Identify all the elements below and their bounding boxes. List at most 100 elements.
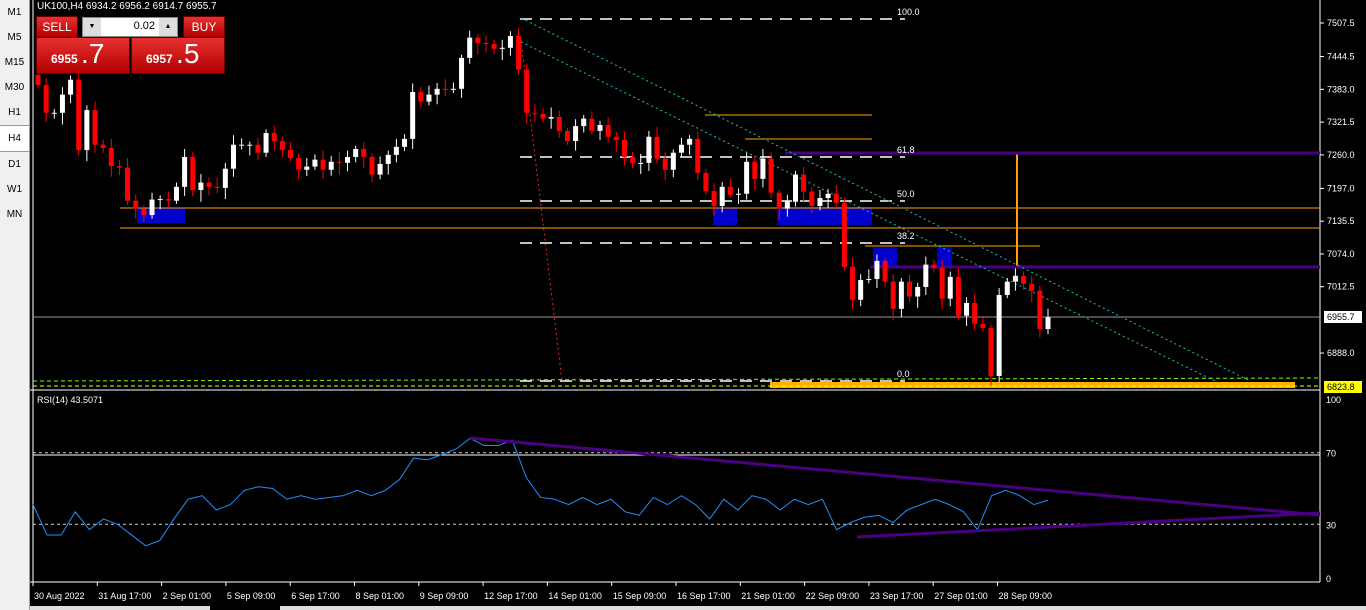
fib-label: 38.2	[897, 231, 915, 241]
buy-price-main: 6957	[146, 52, 173, 66]
bear-candle	[516, 36, 522, 70]
price-tick-label: 7383.0	[1327, 84, 1355, 94]
timeframe-m15[interactable]: M15	[0, 50, 29, 75]
timeframe-mn[interactable]: MN	[0, 202, 29, 227]
buy-price-pips: .5	[176, 38, 200, 69]
bull-candle	[1045, 317, 1051, 330]
bull-candle	[198, 182, 204, 191]
price-tick-label: 7012.5	[1327, 282, 1355, 292]
time-tick-label: 27 Sep 01:00	[934, 591, 988, 601]
bull-candle	[1012, 275, 1018, 282]
bull-candle	[328, 161, 334, 170]
price-chart[interactable]: 100.0 61.8 50.0 38.2 0.0 7507.5 7444.5 7383.0 7…	[30, 0, 1366, 610]
timeframe-m5[interactable]: M5	[0, 25, 29, 50]
supply-demand-zone	[713, 208, 737, 225]
bear-candle	[125, 167, 131, 201]
timeframe-w1[interactable]: W1	[0, 177, 29, 202]
timeframe-d1[interactable]: D1	[0, 152, 29, 177]
bull-candle	[548, 117, 554, 119]
bull-candle	[239, 144, 245, 146]
bull-candle	[793, 174, 798, 202]
bull-candle	[915, 286, 921, 297]
bear-candle	[483, 42, 489, 45]
bull-candle	[964, 302, 970, 316]
fib-label: 61.8	[897, 145, 915, 155]
bear-candle	[296, 158, 302, 170]
bear-candle	[1021, 275, 1027, 284]
bear-candle	[850, 266, 856, 300]
bull-candle	[385, 154, 391, 164]
decrease-lot-icon[interactable]: ▼	[83, 18, 101, 36]
rsi-label: RSI(14) 43.5071	[37, 395, 104, 405]
bear-candle	[768, 158, 774, 193]
bull-candle	[735, 193, 741, 195]
time-tick-label: 21 Sep 01:00	[741, 591, 795, 601]
bear-candle	[141, 208, 147, 216]
lot-size-stepper[interactable]: ▼ ▲	[82, 17, 178, 37]
bear-candle	[605, 125, 611, 137]
bear-candle	[43, 85, 49, 113]
bull-candle	[393, 146, 399, 155]
bull-candle	[312, 159, 318, 167]
time-tick-label: 2 Sep 01:00	[163, 591, 212, 601]
bear-candle	[801, 174, 807, 192]
bear-candle	[776, 192, 782, 209]
bull-candle	[304, 166, 310, 170]
bull-candle	[581, 118, 587, 127]
timeframe-bar: M1 M5 M15 M30 H1 H4 D1 W1 MN	[0, 0, 30, 610]
bear-candle	[727, 186, 733, 195]
bull-candle	[157, 199, 163, 201]
buy-button[interactable]: BUY	[183, 16, 225, 38]
timeframe-h1[interactable]: H1	[0, 100, 29, 125]
timeframe-m1[interactable]: M1	[0, 0, 29, 25]
sell-price-pips: .7	[81, 38, 105, 69]
bull-candle	[678, 144, 684, 153]
sell-price-button[interactable]: 6955 .7	[36, 37, 130, 74]
bear-candle	[882, 260, 888, 282]
time-tick-label: 23 Sep 17:00	[870, 591, 924, 601]
price-tick-label: 7074.0	[1327, 249, 1355, 259]
bear-candle	[695, 138, 701, 173]
bear-candle	[361, 148, 367, 157]
bull-candle	[345, 156, 351, 163]
fib-label: 0.0	[897, 369, 910, 379]
bull-candle	[817, 198, 823, 207]
bull-candle	[402, 138, 408, 147]
sell-button[interactable]: SELL	[36, 16, 78, 38]
bear-candle	[165, 199, 171, 201]
bull-candle	[507, 36, 513, 48]
price-tick-label: 7507.5	[1327, 18, 1355, 28]
timeframe-m30[interactable]: M30	[0, 75, 29, 100]
bear-candle	[108, 147, 114, 167]
bear-candle	[491, 44, 497, 49]
rsi-tick-label: 70	[1326, 449, 1336, 459]
bull-candle	[760, 158, 766, 179]
bear-candle	[841, 202, 847, 267]
bear-candle	[662, 158, 668, 170]
supply-demand-zone	[777, 207, 872, 225]
lot-size-input[interactable]	[103, 18, 155, 34]
time-tick-label: 5 Sep 09:00	[227, 591, 276, 601]
bear-candle	[564, 130, 570, 142]
bull-candle	[459, 57, 465, 89]
bull-candle	[247, 144, 253, 146]
bear-candle	[711, 191, 717, 207]
bear-candle	[589, 118, 595, 131]
bull-candle	[866, 278, 872, 281]
bear-candle	[809, 191, 815, 207]
timeframe-h4[interactable]: H4	[0, 125, 29, 152]
bull-candle	[825, 193, 831, 199]
bear-candle	[1029, 283, 1035, 291]
bull-candle	[84, 110, 90, 151]
bull-candle	[573, 126, 579, 142]
chart-tab	[280, 606, 1366, 610]
buy-price-button[interactable]: 6957 .5	[131, 37, 225, 74]
bear-candle	[654, 136, 660, 159]
bull-candle	[744, 161, 750, 194]
bear-candle	[532, 112, 538, 114]
one-click-trading-panel: SELL ▼ ▲ BUY 6955 .7 6957 .5	[36, 16, 225, 74]
bear-candle	[703, 172, 709, 192]
increase-lot-icon[interactable]: ▲	[159, 18, 177, 36]
bear-candle	[630, 156, 636, 163]
bull-candle	[784, 201, 790, 209]
